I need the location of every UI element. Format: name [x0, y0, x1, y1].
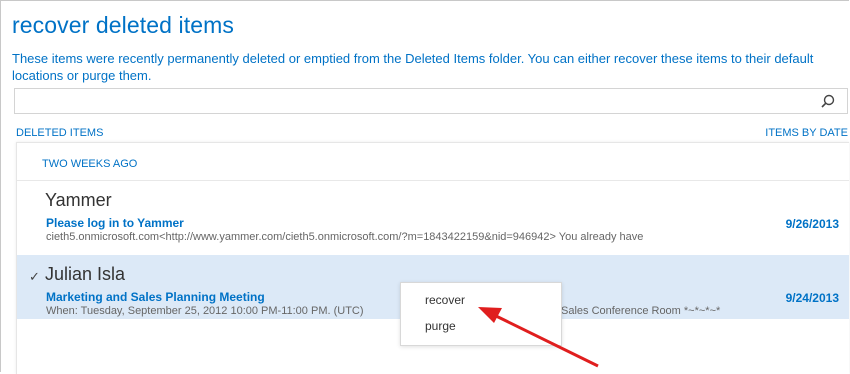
item-sender: Julian Isla — [45, 264, 126, 284]
context-menu: recover purge — [400, 282, 562, 346]
item-preview-tail: Sales Conference Room *~*~*~* — [561, 305, 721, 317]
recover-menu-item[interactable]: recover — [425, 293, 465, 307]
item-date: 9/24/2013 — [785, 291, 839, 305]
list-item[interactable]: Yammer Please log in to Yammer cieth5.on… — [17, 181, 849, 245]
item-sender: Yammer — [45, 190, 112, 210]
search-input[interactable] — [19, 90, 803, 114]
purge-menu-item[interactable]: purge — [425, 319, 456, 333]
item-preview: cieth5.onmicrosoft.com<http://www.yammer… — [46, 231, 644, 243]
deleted-items-header[interactable]: DELETED ITEMS — [16, 127, 103, 139]
checkmark-icon[interactable]: ✓ — [29, 269, 40, 285]
item-date: 9/26/2013 — [785, 217, 839, 231]
items-by-date-sort[interactable]: ITEMS BY DATE — [765, 127, 848, 139]
search-box[interactable] — [14, 88, 848, 114]
item-subject: Marketing and Sales Planning Meeting — [46, 290, 265, 304]
group-header: TWO WEEKS AGO — [42, 158, 138, 170]
page-title: recover deleted items — [12, 12, 234, 38]
search-icon[interactable] — [821, 94, 835, 108]
item-subject: Please log in to Yammer — [46, 216, 184, 230]
page-description: These items were recently permanently de… — [12, 51, 814, 83]
item-preview: When: Tuesday, September 25, 2012 10:00 … — [46, 305, 364, 317]
